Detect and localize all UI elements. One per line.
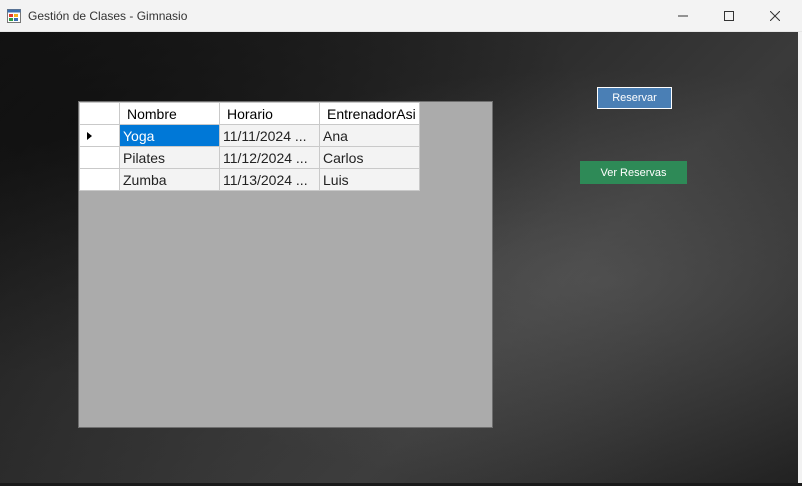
row-header[interactable]	[79, 124, 120, 147]
table-row[interactable]: Zumba 11/13/2024 ... Luis	[79, 168, 420, 191]
classes-data-grid[interactable]: Nombre Horario EntrenadorAsi Yoga 11/11/…	[78, 101, 493, 428]
main-window: Gestión de Clases - Gimnasio Nombre Hora…	[0, 0, 802, 486]
classes-table: Nombre Horario EntrenadorAsi Yoga 11/11/…	[79, 102, 420, 191]
cell-horario[interactable]: 11/11/2024 ...	[219, 124, 320, 147]
maximize-icon	[724, 11, 734, 21]
header-row: Nombre Horario EntrenadorAsi	[79, 102, 420, 125]
row-pointer-icon	[87, 131, 92, 140]
ver-reservas-button[interactable]: Ver Reservas	[580, 161, 687, 184]
cell-entrenador[interactable]: Ana	[319, 124, 420, 147]
reservar-button[interactable]: Reservar	[597, 87, 672, 109]
app-icon	[7, 9, 21, 23]
table-row[interactable]: Pilates 11/12/2024 ... Carlos	[79, 146, 420, 169]
close-button[interactable]	[752, 0, 798, 32]
cell-nombre[interactable]: Pilates	[119, 146, 220, 169]
cell-horario[interactable]: 11/12/2024 ...	[219, 146, 320, 169]
column-header-entrenador[interactable]: EntrenadorAsi	[319, 102, 420, 125]
close-icon	[770, 11, 780, 21]
cell-entrenador[interactable]: Luis	[319, 168, 420, 191]
row-header-corner[interactable]	[79, 102, 120, 125]
cell-nombre[interactable]: Zumba	[119, 168, 220, 191]
title-bar: Gestión de Clases - Gimnasio	[0, 0, 802, 32]
cell-nombre[interactable]: Yoga	[119, 124, 220, 147]
window-edge-right	[798, 32, 802, 483]
column-header-nombre[interactable]: Nombre	[119, 102, 220, 125]
maximize-button[interactable]	[706, 0, 752, 32]
cell-horario[interactable]: 11/13/2024 ...	[219, 168, 320, 191]
window-title: Gestión de Clases - Gimnasio	[28, 9, 188, 23]
form-background: Nombre Horario EntrenadorAsi Yoga 11/11/…	[0, 32, 798, 483]
table-row[interactable]: Yoga 11/11/2024 ... Ana	[79, 124, 420, 147]
cell-entrenador[interactable]: Carlos	[319, 146, 420, 169]
row-header[interactable]	[79, 168, 120, 191]
column-header-horario[interactable]: Horario	[219, 102, 320, 125]
minimize-icon	[678, 15, 688, 17]
row-header[interactable]	[79, 146, 120, 169]
minimize-button[interactable]	[660, 0, 706, 32]
